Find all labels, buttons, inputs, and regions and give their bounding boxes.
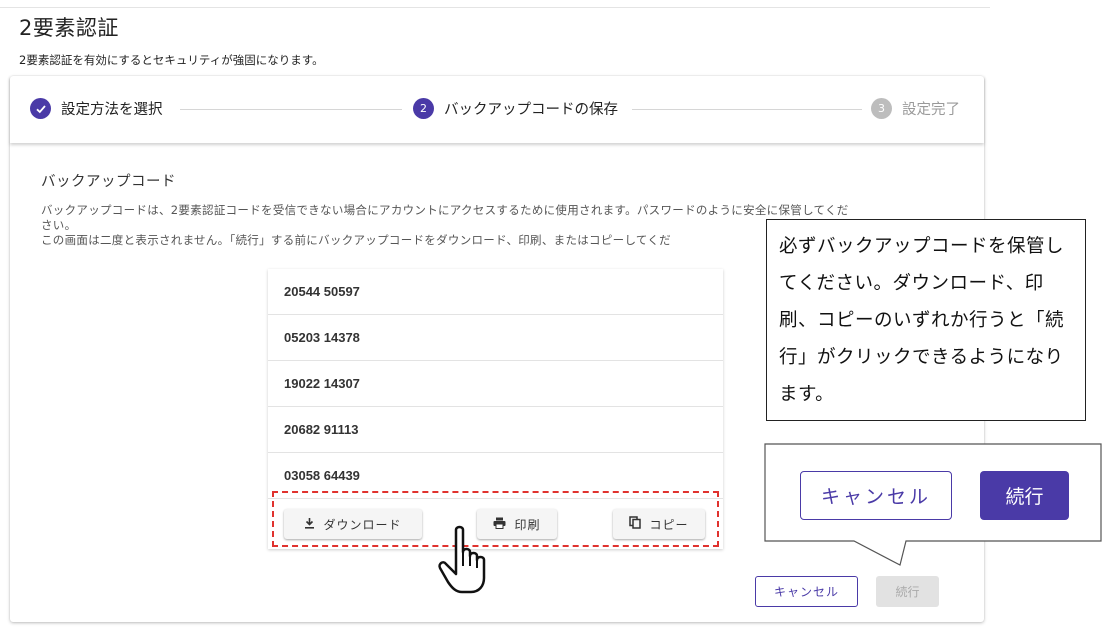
step-label: 設定方法を選択 [61, 102, 163, 118]
zoom-continue-button: 続行 [980, 471, 1069, 520]
step-number: 2 [413, 98, 434, 119]
cancel-button[interactable]: キャンセル [755, 576, 858, 607]
step-complete: 3 設定完了 [871, 98, 960, 119]
description-line: バックアップコードは、2要素認証コードを受信できない場合にアカウントにアクセスす… [41, 203, 849, 217]
stepper: 設定方法を選択 2 バックアップコードの保存 3 設定完了 [10, 76, 984, 143]
check-icon [30, 98, 51, 119]
step-connector [632, 109, 862, 110]
highlight-box [272, 491, 719, 547]
hand-pointer-icon [438, 525, 486, 594]
step-number: 3 [871, 98, 892, 119]
page-subtitle: 2要素認証を有効にするとセキュリティが強固になります。 [19, 53, 324, 67]
section-heading: バックアップコード [41, 174, 176, 190]
page-title: 2要素認証 [19, 16, 119, 40]
step-select-method: 設定方法を選択 [30, 98, 163, 119]
zoom-cancel-button: キャンセル [800, 471, 952, 520]
backup-code: 20544 50597 [268, 269, 723, 315]
step-connector [180, 109, 402, 110]
top-divider [0, 7, 990, 8]
step-save-backup: 2 バックアップコードの保存 [413, 98, 618, 119]
backup-code: 20682 91113 [268, 407, 723, 453]
backup-code: 19022 14307 [268, 361, 723, 407]
step-label: バックアップコードの保存 [444, 102, 618, 118]
callout-note: 必ずバックアップコードを保管してください。ダウンロード、印刷、コピーのいずれか行… [766, 219, 1086, 421]
continue-button[interactable]: 続行 [876, 576, 939, 607]
backup-code: 05203 14378 [268, 315, 723, 361]
step-label: 設定完了 [902, 102, 960, 118]
